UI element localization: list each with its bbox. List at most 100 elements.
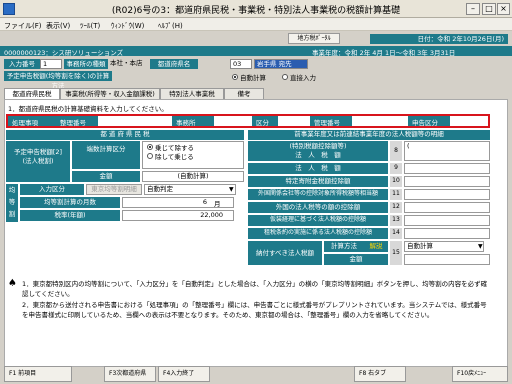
calc-auto-label: 自動計算 bbox=[240, 74, 266, 82]
tab-business-tax[interactable]: 事業税(所得等・収入金額課税) bbox=[60, 88, 160, 99]
menu-window[interactable]: ｳｨﾝﾄﾞｳ(W) bbox=[111, 21, 144, 31]
kingaku-value: (自動計算) bbox=[142, 171, 244, 182]
right-row-num: 10 bbox=[390, 176, 402, 187]
calc-method-sub-label: 計算方法 bbox=[324, 241, 364, 252]
hasu-option-2-label: 除して乗じる bbox=[155, 153, 194, 161]
spade-icon: ♠ bbox=[8, 278, 17, 289]
calc-direct-radio[interactable]: 直接入力 bbox=[282, 72, 316, 82]
date-display: 日付：令和 2年10月26日(月) bbox=[370, 34, 508, 44]
calc-method-select[interactable]: 自動計算 bbox=[404, 241, 484, 252]
f1-prev-button[interactable]: F1 前項目 bbox=[4, 366, 72, 382]
right-row-label: 外国関係会社等の控除対象所得税額等相当額 bbox=[248, 189, 388, 200]
close-button[interactable]: × bbox=[497, 3, 510, 15]
office-type-value: 本社・本店 bbox=[110, 59, 143, 67]
office-label-kanri: 管理番号 bbox=[314, 119, 340, 127]
company-code: 0000000123：シス研ソリューションズ bbox=[4, 49, 124, 57]
pref-name-field[interactable]: 岩手県 宛先 bbox=[254, 59, 308, 69]
help-badge[interactable]: 解説 bbox=[364, 241, 388, 252]
right-row-label: 仮装経理に基づく法人税額の控除額 bbox=[248, 215, 388, 226]
maximize-button[interactable]: □ bbox=[482, 3, 496, 15]
radio-off-icon bbox=[282, 74, 288, 80]
right-row-label: 租税条約の実施に係る法人税額の控除額 bbox=[248, 228, 388, 239]
jimusho-field[interactable] bbox=[214, 116, 252, 126]
nouzei-kingaku-value[interactable] bbox=[404, 254, 490, 265]
kintou-vertical-label: 均等割 bbox=[6, 184, 18, 222]
f4-finish-button[interactable]: F4入力終了 bbox=[158, 366, 210, 382]
input-no-label: 入力番号 bbox=[4, 59, 40, 69]
months-unit: 月 bbox=[214, 200, 221, 208]
right-row-label: 外国の法人税等の額の控除額 bbox=[248, 202, 388, 213]
tab-remarks[interactable]: 備考 bbox=[224, 88, 264, 99]
hasu-radio-group: 乗じて除する 除して乗じる bbox=[142, 141, 244, 169]
right-row-value[interactable] bbox=[404, 215, 490, 226]
zeiritsu-value[interactable]: 22,000 bbox=[122, 210, 234, 221]
right-row-value[interactable] bbox=[404, 176, 490, 187]
right-row-num: 9 bbox=[390, 163, 402, 174]
hasu-label: 端数計算区分 bbox=[72, 141, 140, 169]
tab-special-corp-tax[interactable]: 特別法人事業税 bbox=[160, 88, 224, 99]
kanri-field[interactable] bbox=[352, 116, 408, 126]
chevron-down-icon[interactable]: ▼ bbox=[229, 186, 234, 193]
office-label-jimusho: 事務所 bbox=[176, 119, 196, 127]
footnote-2: 2．東京都から送付される申告書における「処理事項」の「整理番号」欄には、申告書ご… bbox=[22, 301, 487, 319]
calc-method-label: 予定申告税額(均等割を除く)の計算方法 bbox=[4, 71, 112, 90]
kintou-char-3: 割 bbox=[8, 210, 16, 218]
right-row-value[interactable] bbox=[404, 189, 490, 200]
pref-label: 都道府県名 bbox=[150, 59, 198, 69]
footnote-1: 1．東京都特別区内の均等割について、「入力区分」を「自動判定」とした場合は、「入… bbox=[22, 280, 488, 298]
office-label-kubun: 区分 bbox=[256, 119, 269, 127]
right-row-value[interactable]: ( bbox=[404, 141, 490, 161]
menu-bar bbox=[0, 18, 512, 31]
f10-menu-button[interactable]: F10戻ﾒﾆｭｰ bbox=[452, 366, 508, 382]
right-row-num: 12 bbox=[390, 202, 402, 213]
f3-next-pref-button[interactable]: F3次都道府県 bbox=[104, 366, 156, 382]
left-header: 都 道 府 県 民 税 bbox=[6, 130, 244, 140]
right-row-value[interactable] bbox=[404, 228, 490, 239]
nouzei-kingaku-label: 金額 bbox=[324, 254, 388, 265]
hasu-option-1-label: 乗じて除する bbox=[155, 144, 194, 152]
zeiritsu-label: 税率(年額) bbox=[20, 210, 120, 221]
local-tax-portal-button[interactable]: 地方税ﾎﾟｰﾀﾙ bbox=[288, 33, 340, 44]
radio-on-icon bbox=[232, 74, 238, 80]
office-label-shori: 処理事項 bbox=[12, 119, 38, 127]
right-row-label: 法 人 税 額 bbox=[248, 163, 388, 174]
kubun-field[interactable] bbox=[278, 116, 310, 126]
radio-off-icon bbox=[147, 153, 153, 159]
minimize-button[interactable]: – bbox=[466, 3, 480, 15]
f8-right-tab-button[interactable]: F8 右タブ bbox=[354, 366, 406, 382]
kintou-char-2: 等 bbox=[8, 198, 16, 206]
shinkoku-field[interactable] bbox=[450, 116, 488, 126]
chevron-down-icon[interactable]: ▼ bbox=[478, 243, 483, 250]
hasu-option-1[interactable]: 乗じて除する bbox=[147, 144, 239, 153]
office-label-seiri: 整理番号 bbox=[60, 119, 86, 127]
right-row-value[interactable] bbox=[404, 163, 490, 174]
kintou-char-1: 均 bbox=[8, 186, 16, 194]
input-no-field[interactable]: 1 bbox=[40, 59, 62, 69]
seiri-field[interactable] bbox=[98, 116, 172, 126]
menu-file[interactable]: ファイル(F) bbox=[4, 21, 42, 31]
nouzei-label: 納付すべき法人税額 bbox=[248, 241, 322, 265]
menu-view[interactable]: 表示(V) bbox=[46, 21, 70, 31]
right-row-num: 13 bbox=[390, 215, 402, 226]
calc-auto-radio[interactable]: 自動計算 bbox=[232, 72, 266, 82]
months-label: 均等割計算の月数 bbox=[20, 197, 120, 208]
input-kubun-label: 入力区分 bbox=[20, 184, 84, 195]
right-row-num: 14 bbox=[390, 228, 402, 239]
yotei-label: 予定申告税額[2] (法人税割) bbox=[6, 141, 70, 182]
pref-code-field[interactable]: 03 bbox=[230, 59, 252, 69]
fiscal-period: 事業年度：令和 2年 4月 1日～令和 3年 3月31日 bbox=[312, 49, 456, 57]
right-row-num: 8 bbox=[390, 141, 402, 161]
menu-help[interactable]: ﾍﾙﾌﾟ(H) bbox=[158, 21, 183, 31]
window-title: (R02)6号の3：都道府県民税・事業税・特別法人事業税の税額計算基礎 bbox=[111, 6, 401, 16]
tab-prefectural-tax[interactable]: 都道府県民税 bbox=[4, 88, 60, 99]
radio-on-icon bbox=[147, 144, 153, 150]
office-label-shinkoku: 申告区分 bbox=[412, 119, 438, 127]
hasu-option-2[interactable]: 除して乗じる bbox=[147, 153, 239, 162]
kingaku-label: 金額 bbox=[72, 171, 140, 182]
right-row-value[interactable] bbox=[404, 202, 490, 213]
input-kubun-select[interactable]: 自動判定 bbox=[144, 184, 236, 195]
right-row-label: 特定寄附金税額控除額 bbox=[248, 176, 388, 187]
menu-tools[interactable]: ﾂｰﾙ(T) bbox=[80, 21, 100, 31]
tokyo-kintou-button[interactable]: 東京均等割明細 bbox=[86, 184, 142, 195]
right-row-num: 11 bbox=[390, 189, 402, 200]
